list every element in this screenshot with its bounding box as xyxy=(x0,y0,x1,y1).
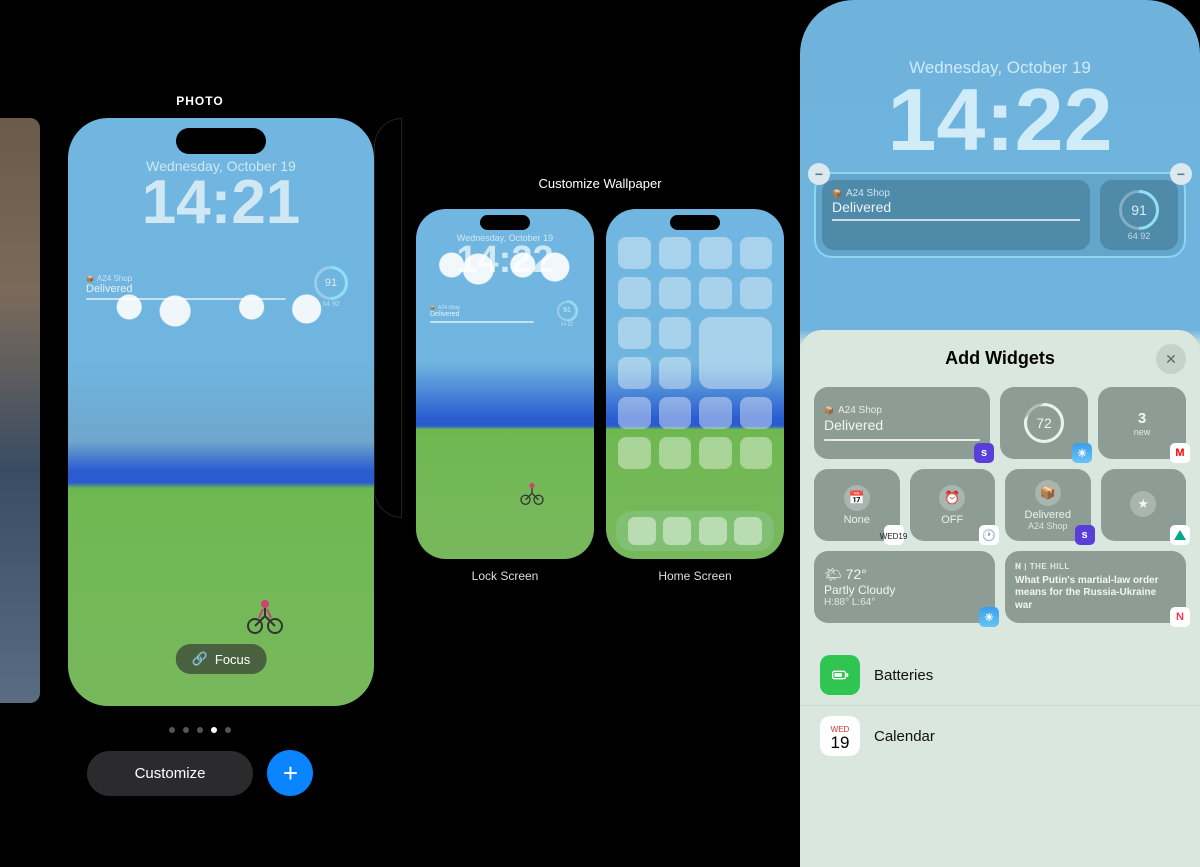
lockscreen-time[interactable]: 14:22 xyxy=(800,76,1200,164)
app-list-batteries[interactable]: Batteries xyxy=(800,645,1200,706)
clock-app-icon: 🕐 xyxy=(979,525,999,545)
gmail-app-icon: M xyxy=(1170,443,1190,463)
delivery-widget[interactable]: A24 Shop Delivered xyxy=(80,260,292,314)
shop-app-icon: s xyxy=(974,443,994,463)
customize-wallpaper-panel: Customize Wallpaper Wednesday, October 1… xyxy=(400,0,800,867)
add-widgets-panel: Wednesday, October 19 14:22 − − A24 Shop… xyxy=(800,0,1200,867)
battery-ring: 91 xyxy=(314,266,348,300)
package-icon xyxy=(86,274,94,283)
sheet-title: Add Widgets xyxy=(800,348,1200,369)
focus-button[interactable]: 🔗 Focus xyxy=(176,644,267,674)
suggestion-weather-ring[interactable]: 72 ☀ xyxy=(1000,387,1088,459)
cyclist-art xyxy=(519,479,545,505)
delivery-widget[interactable]: A24 Shop Delivered xyxy=(822,180,1090,250)
alarm-icon: ⏰ xyxy=(939,485,965,511)
suggestion-news[interactable]: 𝐍 | THE HILL What Putin's martial-law or… xyxy=(1005,551,1186,623)
news-app-icon: N xyxy=(1170,607,1190,627)
clouds-art xyxy=(416,245,594,285)
suggestion-weather-wide[interactable]: 🌤 72° Partly Cloudy H:88° L:64° ☀ xyxy=(814,551,995,623)
suggestion-shop-status[interactable]: 📦 Delivered A24 Shop s xyxy=(1005,469,1091,541)
link-icon: 🔗 xyxy=(192,651,208,667)
remove-widget-button[interactable]: − xyxy=(1170,163,1192,185)
package-icon xyxy=(824,405,834,416)
next-wallpaper-peek[interactable] xyxy=(374,118,402,518)
cyclist-art xyxy=(245,594,285,634)
lockscreen-time[interactable]: 14:21 xyxy=(68,172,374,234)
category-title: PHOTO xyxy=(0,94,400,108)
star-icon: ★ xyxy=(1130,491,1156,517)
customize-button[interactable]: Customize xyxy=(87,751,254,796)
homescreen-option[interactable] xyxy=(606,209,784,559)
suggestion-calendar[interactable]: 📅 None WED19 xyxy=(814,469,900,541)
lockscreen-option[interactable]: Wednesday, October 19 14:22 A24 Shop Del… xyxy=(416,209,594,559)
delivery-shop: A24 Shop xyxy=(97,274,132,283)
remove-widget-button[interactable]: − xyxy=(808,163,830,185)
home-grid xyxy=(618,237,772,509)
battery-widget[interactable]: 91 64 92 xyxy=(1100,180,1178,250)
suggestion-alarm[interactable]: ⏰ OFF 🕐 xyxy=(910,469,996,541)
weather-app-icon: ☀ xyxy=(979,607,999,627)
add-wallpaper-button[interactable]: + xyxy=(267,750,313,796)
shop-app-icon: s xyxy=(1075,525,1095,545)
calendar-icon: 📅 xyxy=(844,485,870,511)
package-icon xyxy=(832,188,842,199)
calendar-app-icon: WED 19 xyxy=(820,716,860,756)
close-button[interactable]: ✕ xyxy=(1156,344,1186,374)
app-list-calendar[interactable]: WED 19 Calendar xyxy=(800,706,1200,766)
homescreen-label: Home Screen xyxy=(606,569,784,583)
weather-app-icon: ☀ xyxy=(1072,443,1092,463)
add-widgets-sheet: Add Widgets ✕ A24 Shop Delivered s 72 ☀ … xyxy=(800,330,1200,867)
batteries-app-icon xyxy=(820,655,860,695)
calendar-app-icon: WED19 xyxy=(884,525,904,545)
delivery-progress xyxy=(86,298,286,300)
battery-sub: 64 92 xyxy=(322,301,340,308)
lockscreen-preview[interactable]: Wednesday, October 19 14:21 A24 Shop Del… xyxy=(68,118,374,706)
battery-widget: 91 64 92 xyxy=(548,297,586,331)
suggestion-drive[interactable]: ★ xyxy=(1101,469,1187,541)
widget-app-list: Batteries WED 19 Calendar xyxy=(800,645,1200,766)
prev-wallpaper-peek[interactable] xyxy=(0,118,40,703)
suggestion-mail[interactable]: 3 new M xyxy=(1098,387,1186,459)
dock xyxy=(616,511,774,551)
suggestion-delivery[interactable]: A24 Shop Delivered s xyxy=(814,387,990,459)
page-dots[interactable] xyxy=(0,720,400,738)
focus-label: Focus xyxy=(215,652,250,667)
delivery-status: Delivered xyxy=(86,283,286,295)
lockscreen-widget-row[interactable]: A24 Shop Delivered 91 64 92 xyxy=(80,260,362,314)
battery-widget[interactable]: 91 64 92 xyxy=(300,260,362,314)
package-icon: 📦 xyxy=(1035,480,1061,506)
selected-widget-row[interactable]: − − A24 Shop Delivered 91 64 92 xyxy=(814,172,1186,258)
customize-title: Customize Wallpaper xyxy=(400,176,800,191)
wallpaper-gallery-panel: PHOTO Wednesday, October 19 14:21 A24 Sh… xyxy=(0,0,400,867)
lockscreen-label: Lock Screen xyxy=(416,569,594,583)
delivery-widget: A24 Shop Delivered xyxy=(424,297,540,331)
widget-row: A24 Shop Delivered 91 64 92 xyxy=(424,297,586,331)
weather-icon: 🌤 xyxy=(824,566,842,582)
drive-app-icon xyxy=(1170,525,1190,545)
